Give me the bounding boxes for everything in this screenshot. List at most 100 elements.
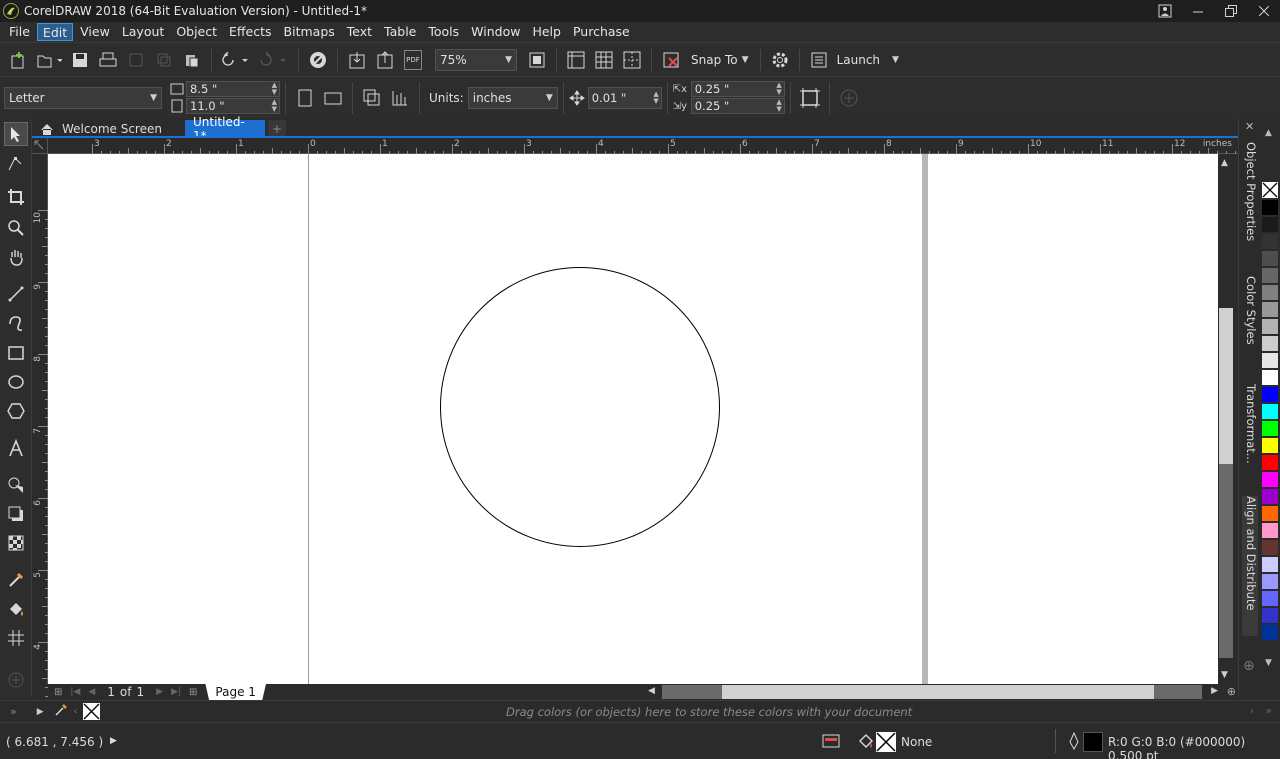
menu-effects[interactable]: Effects bbox=[224, 23, 277, 41]
color-swatch[interactable] bbox=[1262, 625, 1278, 641]
transparency-tool-icon[interactable] bbox=[4, 531, 28, 555]
color-swatch[interactable] bbox=[1262, 370, 1278, 386]
collapse-chevron-icon[interactable]: » bbox=[10, 705, 17, 718]
minimize-button[interactable] bbox=[1181, 0, 1214, 22]
circle-shape[interactable] bbox=[438, 265, 722, 549]
menu-file[interactable]: File bbox=[4, 23, 35, 41]
docker-align-and-distribute[interactable]: Align and Distribute bbox=[1242, 496, 1258, 636]
menu-tools[interactable]: Tools bbox=[423, 23, 464, 41]
export-icon[interactable] bbox=[373, 48, 397, 72]
duplicate-x-input[interactable]: 0.25 " ▲ ▼ bbox=[690, 81, 785, 97]
hscroll-thumb[interactable] bbox=[662, 685, 722, 699]
interactive-fill-tool-icon[interactable] bbox=[4, 597, 28, 621]
palette-expand-icon[interactable]: » bbox=[1265, 704, 1272, 717]
color-swatch[interactable] bbox=[1262, 404, 1278, 420]
page-1-tab[interactable]: Page 1 bbox=[205, 684, 266, 700]
pick-tool-icon[interactable] bbox=[4, 122, 28, 146]
docker-close-icon[interactable]: ✕ bbox=[1245, 120, 1254, 133]
scroll-up-arrow-icon[interactable]: ▲ bbox=[1221, 158, 1228, 168]
page-size-combo[interactable]: Letter ▼ bbox=[4, 86, 162, 109]
palette-right-arrow-icon[interactable]: › bbox=[1250, 704, 1254, 717]
menu-edit[interactable]: Edit bbox=[36, 23, 74, 41]
menu-object[interactable]: Object bbox=[171, 23, 222, 41]
color-swatch[interactable] bbox=[1262, 319, 1278, 335]
palette-scroll-down-icon[interactable]: ▼ bbox=[1265, 658, 1272, 668]
status-menu-arrow-icon[interactable]: ▶ bbox=[110, 736, 117, 746]
color-swatch[interactable] bbox=[1262, 472, 1278, 488]
docker-color-styles[interactable]: Color Styles bbox=[1242, 276, 1258, 345]
outline-pen-icon[interactable] bbox=[1068, 732, 1080, 750]
units-combo[interactable]: inches ▼ bbox=[467, 86, 558, 109]
color-swatch[interactable] bbox=[1262, 251, 1278, 267]
snap-to-label[interactable]: Snap To bbox=[691, 53, 738, 67]
ellipse-tool-icon[interactable] bbox=[4, 370, 28, 394]
insert-page-before-icon[interactable]: ⊞ bbox=[54, 687, 62, 698]
paste-icon[interactable] bbox=[180, 48, 204, 72]
search-content-icon[interactable] bbox=[306, 48, 330, 72]
options-gear-icon[interactable] bbox=[768, 48, 792, 72]
menu-layout[interactable]: Layout bbox=[117, 23, 170, 41]
color-proofing-icon[interactable] bbox=[822, 733, 840, 749]
fill-none-swatch[interactable] bbox=[876, 732, 896, 752]
menu-table[interactable]: Table bbox=[379, 23, 421, 41]
menu-help[interactable]: Help bbox=[527, 23, 566, 41]
color-swatch[interactable] bbox=[1262, 455, 1278, 471]
vertical-scrollbar[interactable]: ▲ ▼ bbox=[1218, 154, 1234, 684]
undo-icon[interactable] bbox=[219, 48, 253, 72]
color-swatch[interactable] bbox=[1262, 591, 1278, 607]
insert-page-after-icon[interactable]: ⊞ bbox=[189, 687, 197, 698]
navigator-zoom-icon[interactable]: ⊕ bbox=[1227, 685, 1236, 698]
account-icon[interactable] bbox=[1148, 0, 1181, 22]
duplicate-y-input[interactable]: 0.25 " ▲ ▼ bbox=[690, 98, 785, 114]
color-swatch[interactable] bbox=[1262, 268, 1278, 284]
menu-purchase[interactable]: Purchase bbox=[568, 23, 635, 41]
no-color-swatch[interactable] bbox=[1262, 182, 1278, 198]
document-no-color-swatch[interactable] bbox=[83, 703, 101, 720]
color-swatch[interactable] bbox=[1262, 302, 1278, 318]
drop-shadow-tool-icon[interactable] bbox=[4, 502, 28, 526]
zoom-tool-icon[interactable] bbox=[4, 216, 28, 240]
horizontal-ruler[interactable]: inches 3 2 1 0 1 2 3 4 5 6 7 8 9 10 11 12 bbox=[48, 138, 1238, 154]
launch-chevron-icon[interactable]: ▼ bbox=[892, 55, 899, 65]
launch-icon[interactable] bbox=[807, 48, 831, 72]
page-height-input[interactable]: 11.0 " ▲ ▼ bbox=[186, 98, 280, 114]
smart-fill-tool-icon[interactable] bbox=[4, 626, 28, 650]
save-icon[interactable] bbox=[68, 48, 92, 72]
color-eyedropper-tool-icon[interactable] bbox=[4, 568, 28, 592]
color-swatch[interactable] bbox=[1262, 557, 1278, 573]
color-swatch[interactable] bbox=[1262, 608, 1278, 624]
fill-bucket-icon[interactable] bbox=[858, 733, 874, 749]
color-swatch[interactable] bbox=[1262, 489, 1278, 505]
zoom-level-combo[interactable]: 75% ▼ bbox=[435, 48, 517, 71]
color-swatch[interactable] bbox=[1262, 200, 1278, 216]
artistic-media-tool-icon[interactable] bbox=[4, 311, 28, 335]
landscape-icon[interactable] bbox=[321, 86, 345, 110]
print-icon[interactable] bbox=[96, 48, 120, 72]
parallel-dimension-tool-icon[interactable] bbox=[4, 473, 28, 497]
color-swatch[interactable] bbox=[1262, 234, 1278, 250]
current-page-icon[interactable] bbox=[388, 86, 412, 110]
drawing-canvas[interactable] bbox=[48, 154, 1218, 684]
nudge-distance-input[interactable]: 0.01 " ▲ ▼ bbox=[587, 86, 662, 109]
color-swatch[interactable] bbox=[1262, 353, 1278, 369]
horizontal-scrollbar[interactable]: ◀ ▶ bbox=[644, 684, 1222, 700]
menu-bitmaps[interactable]: Bitmaps bbox=[279, 23, 340, 41]
text-tool-icon[interactable] bbox=[4, 436, 28, 460]
color-swatch[interactable] bbox=[1262, 506, 1278, 522]
docker-object-properties[interactable]: Object Properties bbox=[1242, 142, 1258, 241]
document-eyedropper-icon[interactable] bbox=[54, 703, 68, 720]
crop-tool-icon[interactable] bbox=[4, 185, 28, 209]
portrait-icon[interactable] bbox=[293, 86, 317, 110]
color-swatch[interactable] bbox=[1262, 523, 1278, 539]
scroll-down-arrow-icon[interactable]: ▼ bbox=[1221, 670, 1228, 680]
show-grid-icon[interactable] bbox=[592, 48, 616, 72]
close-button[interactable] bbox=[1247, 0, 1280, 22]
docker-transformations[interactable]: Transformat... bbox=[1242, 384, 1258, 464]
launch-label[interactable]: Launch bbox=[837, 53, 880, 67]
restore-button[interactable] bbox=[1214, 0, 1247, 22]
snap-off-icon[interactable] bbox=[659, 48, 683, 72]
customize-toolbox-icon[interactable] bbox=[4, 668, 28, 692]
palette-scroll-up-icon[interactable]: ▲ bbox=[1265, 128, 1272, 138]
color-swatch[interactable] bbox=[1262, 421, 1278, 437]
color-swatch[interactable] bbox=[1262, 387, 1278, 403]
